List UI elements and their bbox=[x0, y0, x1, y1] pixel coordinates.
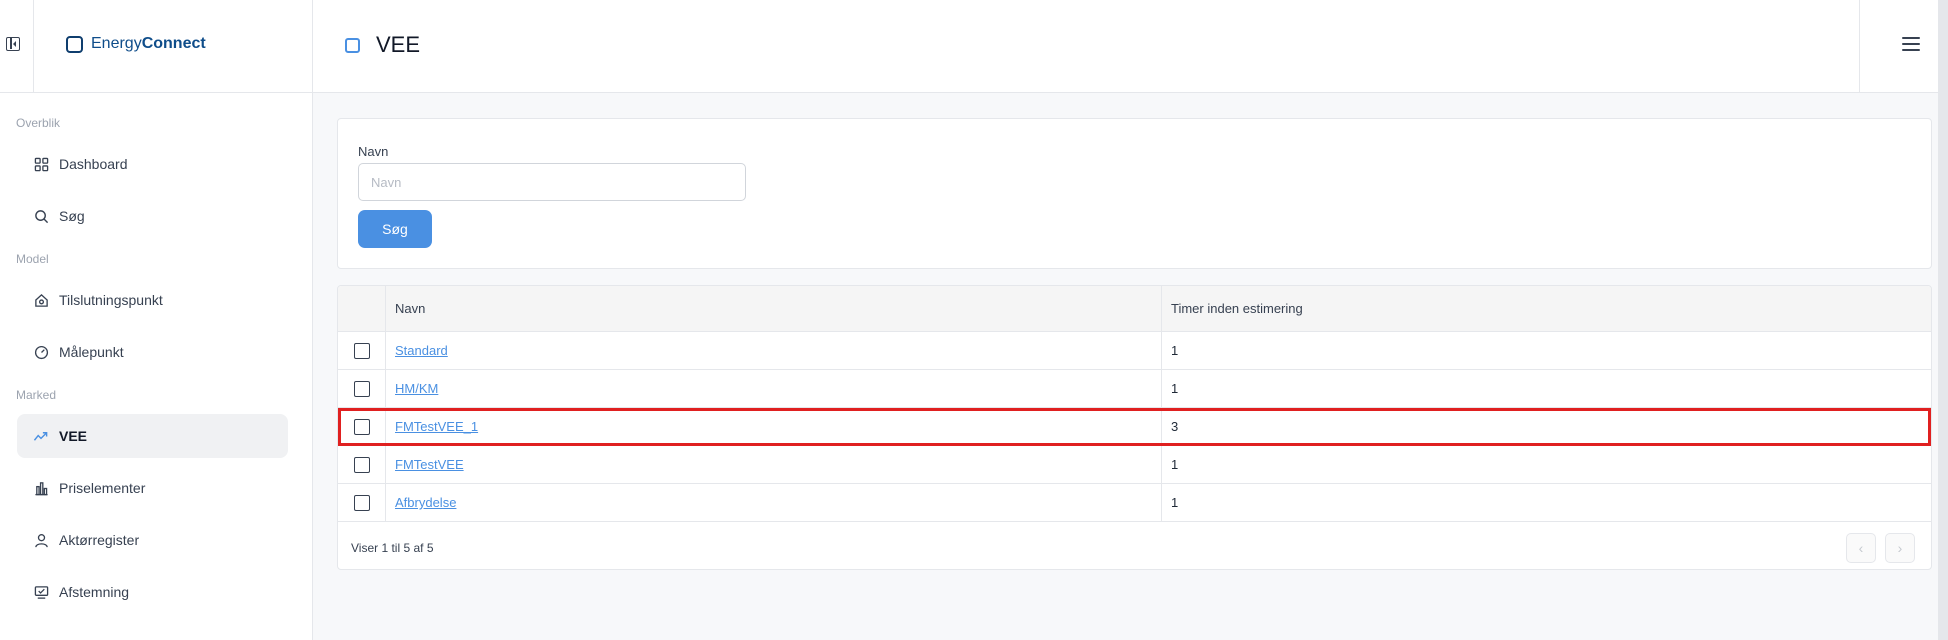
header-divider bbox=[1859, 0, 1860, 93]
bar-chart-icon bbox=[33, 480, 49, 496]
sidebar-collapse-icon[interactable] bbox=[6, 37, 20, 51]
menu-icon[interactable] bbox=[1902, 37, 1920, 52]
logo-mark-icon bbox=[66, 35, 83, 53]
search-icon bbox=[33, 208, 49, 224]
table-row[interactable]: Afbrydelse 1 bbox=[338, 484, 1931, 522]
sidebar-item-dashboard[interactable]: Dashboard bbox=[17, 142, 288, 186]
table-row-highlighted[interactable]: FMTestVEE_1 3 bbox=[338, 408, 1931, 446]
table-row[interactable]: FMTestVEE 1 bbox=[338, 446, 1931, 484]
header-checkbox-cell bbox=[338, 286, 386, 331]
sidebar: Overblik Dashboard Søg Model Tilslutning… bbox=[0, 93, 313, 640]
row-name-link[interactable]: HM/KM bbox=[395, 381, 438, 396]
pagination-info: Viser 1 til 5 af 5 bbox=[351, 541, 434, 555]
page-title-wrap: VEE bbox=[345, 32, 420, 58]
sidebar-section-marked: Marked bbox=[16, 388, 57, 402]
name-search-input[interactable] bbox=[358, 163, 746, 201]
name-field-label: Navn bbox=[358, 144, 389, 159]
chevron-left-icon: ‹ bbox=[1858, 540, 1864, 556]
table-header-row: Navn Timer inden estimering bbox=[338, 286, 1931, 332]
sidebar-item-label: Målepunkt bbox=[59, 344, 124, 360]
column-header-timer[interactable]: Timer inden estimering bbox=[1162, 286, 1931, 331]
page-header: VEE bbox=[313, 0, 1948, 93]
row-checkbox[interactable] bbox=[353, 342, 370, 359]
pagination-next-button[interactable]: › bbox=[1885, 533, 1915, 563]
sidebar-item-tilslutningspunkt[interactable]: Tilslutningspunkt bbox=[17, 278, 288, 322]
row-checkbox[interactable] bbox=[353, 380, 370, 397]
sidebar-section-overblik: Overblik bbox=[16, 116, 61, 130]
sidebar-item-afstemning[interactable]: Afstemning bbox=[17, 570, 288, 614]
sidebar-item-label: Priselementer bbox=[59, 480, 146, 496]
sidebar-item-label: Afstemning bbox=[59, 584, 130, 600]
house-icon bbox=[33, 292, 49, 308]
sidebar-item-priselementer[interactable]: Priselementer bbox=[17, 466, 288, 510]
sidebar-section-model: Model bbox=[16, 252, 49, 266]
row-timer-value: 1 bbox=[1171, 381, 1179, 396]
user-icon bbox=[33, 532, 49, 548]
logo-area: Energy Connect bbox=[34, 0, 313, 93]
sidebar-item-sog[interactable]: Søg bbox=[17, 194, 288, 238]
row-timer-value: 1 bbox=[1171, 495, 1179, 510]
row-timer-value: 1 bbox=[1171, 343, 1179, 358]
chevron-right-icon: › bbox=[1897, 540, 1903, 556]
row-name-link[interactable]: FMTestVEE_1 bbox=[395, 419, 478, 434]
brand-logo[interactable]: Energy Connect bbox=[66, 35, 206, 53]
brand-name-part2: Connect bbox=[141, 35, 206, 52]
row-name-link[interactable]: Standard bbox=[395, 343, 448, 358]
row-timer-value: 3 bbox=[1171, 419, 1179, 434]
row-name-link[interactable]: Afbrydelse bbox=[395, 495, 456, 510]
brand-name-part1: Energy bbox=[91, 35, 142, 52]
row-checkbox[interactable] bbox=[353, 456, 370, 473]
vee-table-card: Navn Timer inden estimering Standard 1 H… bbox=[337, 285, 1932, 570]
search-card: Navn Søg bbox=[337, 118, 1932, 269]
search-button[interactable]: Søg bbox=[358, 210, 432, 248]
table-row[interactable]: HM/KM 1 bbox=[338, 370, 1931, 408]
sidebar-item-label: Dashboard bbox=[59, 156, 128, 172]
page-title: VEE bbox=[376, 32, 421, 57]
sidebar-item-label: Søg bbox=[59, 208, 85, 224]
row-checkbox[interactable] bbox=[353, 418, 370, 435]
row-checkbox[interactable] bbox=[353, 494, 370, 511]
sidebar-item-label: Aktørregister bbox=[59, 532, 140, 548]
sidebar-item-vee[interactable]: VEE bbox=[17, 414, 288, 458]
pagination-prev-button[interactable]: ‹ bbox=[1846, 533, 1876, 563]
grid-icon bbox=[33, 156, 49, 172]
sidebar-toggle-strip bbox=[0, 0, 34, 93]
page-title-icon bbox=[345, 37, 360, 53]
row-timer-value: 1 bbox=[1171, 457, 1179, 472]
column-header-navn[interactable]: Navn bbox=[386, 286, 1162, 331]
page-scrollbar[interactable] bbox=[1938, 0, 1948, 640]
row-name-link[interactable]: FMTestVEE bbox=[395, 457, 464, 472]
table-row[interactable]: Standard 1 bbox=[338, 332, 1931, 370]
trend-icon bbox=[33, 428, 49, 444]
sidebar-item-malepunkt[interactable]: Målepunkt bbox=[17, 330, 288, 374]
sidebar-item-label: Tilslutningspunkt bbox=[59, 292, 163, 308]
gauge-icon bbox=[33, 344, 49, 360]
sidebar-item-aktorregister[interactable]: Aktørregister bbox=[17, 518, 288, 562]
sidebar-item-label: VEE bbox=[59, 428, 88, 444]
monitor-check-icon bbox=[33, 584, 49, 600]
